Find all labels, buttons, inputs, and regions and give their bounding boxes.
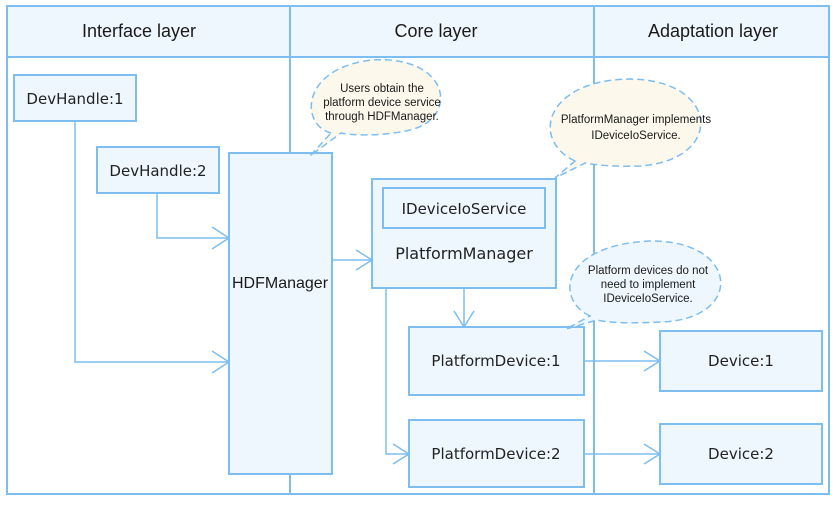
note-pd-line2: need to implement (601, 279, 696, 291)
note-pm-line1: PlatformManager implements (561, 114, 711, 126)
node-device1[interactable]: Device:1 (659, 330, 823, 392)
header-adaptation-layer: Adaptation layer (648, 21, 778, 41)
note-pm-line2: IDeviceIoService. (591, 130, 680, 142)
node-platformdevice1[interactable]: PlatformDevice:1 (408, 326, 585, 396)
node-platformdevice2[interactable]: PlatformDevice:2 (408, 419, 585, 488)
devhandle1-label: DevHandle:1 (26, 90, 123, 108)
note-platformdevice: Platform devices do not need to implemen… (565, 240, 722, 330)
platformdevice2-label: PlatformDevice:2 (431, 445, 560, 463)
node-device2[interactable]: Device:2 (659, 423, 823, 485)
ideviceioservice-label: IDeviceIoService (402, 200, 527, 218)
node-platformmanager[interactable]: IDeviceIoService PlatformManager (371, 178, 557, 289)
edge-platformmanager-platformdevice2 (385, 288, 409, 455)
node-devhandle2[interactable]: DevHandle:2 (96, 146, 220, 194)
platformmanager-label: PlatformManager (395, 244, 533, 263)
platformdevice1-label: PlatformDevice:1 (431, 352, 560, 370)
note-hdf-line1: Users obtain the (340, 83, 424, 95)
device1-label: Device:1 (708, 352, 774, 370)
node-hdfmanager[interactable]: HDFManager (228, 152, 333, 475)
architecture-diagram: Interface layer Core layer Adaptation la… (6, 5, 830, 495)
devhandle2-label: DevHandle:2 (109, 162, 206, 180)
note-pd-line3: IDeviceIoService. (603, 293, 692, 305)
note-hdfmanager: Users obtain the platform device service… (309, 59, 442, 157)
note-pd-line1: Platform devices do not (588, 265, 709, 277)
note-hdf-line3: through HDFManager. (325, 111, 439, 123)
note-hdf-line2: platform device service (323, 97, 441, 109)
device2-label: Device:2 (708, 445, 774, 463)
header-interface-layer: Interface layer (82, 21, 196, 41)
hdfmanager-label: HDFManager (232, 275, 329, 292)
node-devhandle1[interactable]: DevHandle:1 (13, 74, 137, 122)
note-platformmanager: PlatformManager implements IDeviceIoServ… (549, 78, 711, 179)
header-core-layer: Core layer (394, 21, 477, 41)
